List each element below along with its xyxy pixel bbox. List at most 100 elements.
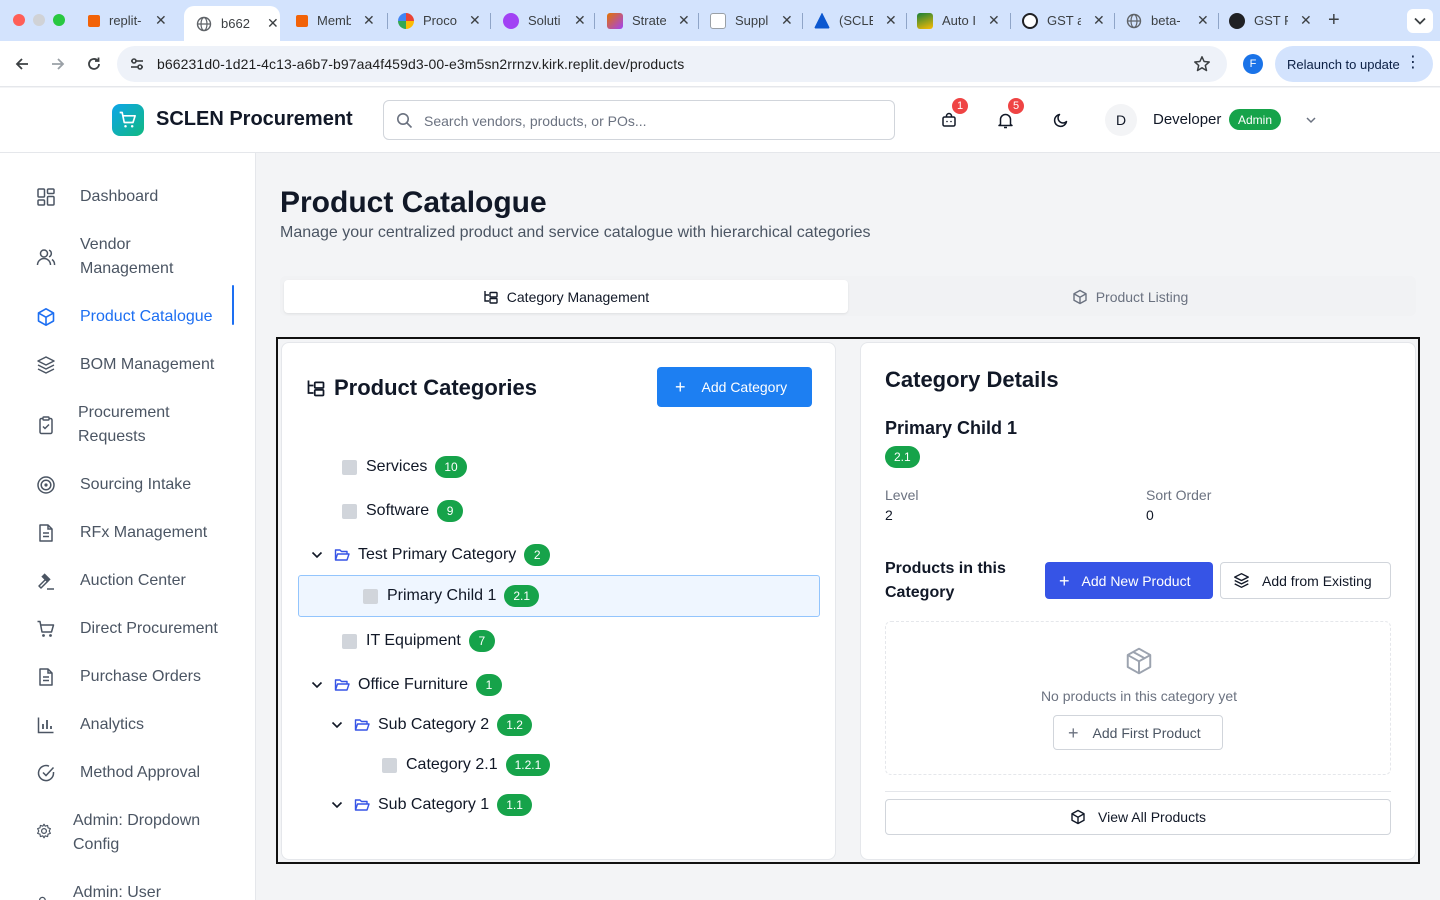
- sidebar-item-dashboard[interactable]: Dashboard: [24, 185, 232, 209]
- close-tab-icon[interactable]: ✕: [1093, 12, 1105, 29]
- relaunch-button[interactable]: Relaunch to update ⋮: [1275, 46, 1433, 82]
- tree-node-label: Sub Category 1: [378, 796, 490, 813]
- sidebar-item-analytics[interactable]: Analytics: [24, 713, 232, 737]
- address-bar[interactable]: b66231d0-1d21-4c13-a6b7-b97aa4f459d3-00-…: [117, 46, 1227, 82]
- close-tab-icon[interactable]: ✕: [1300, 12, 1312, 29]
- theme-toggle-button[interactable]: [1049, 108, 1073, 132]
- close-tab-icon[interactable]: ✕: [678, 12, 690, 29]
- close-tab-icon[interactable]: ✕: [267, 15, 279, 32]
- sidebar-item-admin-user[interactable]: Admin: User: [24, 881, 214, 900]
- tree-node-test-primary-category[interactable]: Test Primary Category 2: [310, 541, 551, 569]
- browser-tab[interactable]: Memb ✕: [296, 6, 375, 35]
- browser-tab[interactable]: GST a ✕: [1022, 6, 1105, 35]
- cart-header-button[interactable]: 1: [937, 96, 970, 132]
- browser-tab[interactable]: beta- ✕: [1126, 6, 1209, 35]
- add-from-existing-button[interactable]: Add from Existing: [1220, 562, 1391, 599]
- window-zoom-button[interactable]: [53, 14, 65, 26]
- sidebar-item-method-approval[interactable]: Method Approval: [24, 761, 232, 785]
- browser-tab[interactable]: replit- ✕: [88, 6, 167, 35]
- sidebar-item-sourcing-intake[interactable]: Sourcing Intake: [24, 473, 232, 497]
- tree-node-primary-child-1[interactable]: Primary Child 1 2.1: [363, 582, 540, 610]
- tree-node-label: Software: [366, 502, 430, 519]
- tab-category-management[interactable]: Category Management: [284, 280, 848, 313]
- user-avatar[interactable]: D: [1105, 104, 1137, 136]
- browser-tab[interactable]: Suppl ✕: [710, 6, 793, 35]
- box-icon: [1126, 647, 1152, 675]
- close-tab-icon[interactable]: ✕: [363, 12, 375, 29]
- forward-button[interactable]: [47, 53, 69, 75]
- add-category-button[interactable]: + Add Category: [657, 367, 812, 407]
- sidebar-item-bom-management[interactable]: BOM Management: [24, 353, 232, 377]
- browser-tab[interactable]: GST F✕: [1229, 6, 1312, 35]
- sidebar-item-admin-dropdown-config[interactable]: Admin: Dropdown Config: [24, 809, 214, 857]
- close-tab-icon[interactable]: ✕: [781, 12, 793, 29]
- tree-node-category-2-1[interactable]: Category 2.1 1.2.1: [382, 751, 551, 779]
- search-input[interactable]: [424, 110, 864, 132]
- tree-node-checkbox[interactable]: [342, 459, 357, 475]
- app-logo[interactable]: [112, 104, 144, 136]
- layers-icon: [37, 356, 55, 374]
- category-code-badge: 2: [524, 544, 551, 566]
- sidebar-item-purchase-orders[interactable]: Purchase Orders: [24, 665, 232, 689]
- browser-tab-active[interactable]: b662 ✕: [184, 6, 280, 41]
- sidebar-item-product-catalogue[interactable]: Product Catalogue: [24, 285, 234, 329]
- browser-tab[interactable]: Soluti ✕: [503, 6, 586, 35]
- reload-button[interactable]: [83, 53, 105, 75]
- url-text[interactable]: b66231d0-1d21-4c13-a6b7-b97aa4f459d3-00-…: [157, 56, 684, 72]
- new-tab-button[interactable]: +: [1328, 9, 1340, 32]
- bookmark-star-icon[interactable]: [1193, 55, 1211, 73]
- add-new-product-button[interactable]: + Add New Product: [1045, 562, 1213, 599]
- tree-node-checkbox[interactable]: [363, 588, 378, 604]
- browser-tab[interactable]: Auto I ✕: [917, 6, 1000, 35]
- sidebar-item-auction-center[interactable]: Auction Center: [24, 569, 232, 593]
- close-tab-icon[interactable]: ✕: [155, 12, 167, 29]
- browser-tab-strip: replit- ✕ b662 ✕ Memb ✕ Proco ✕ Soluti ✕ Stra…: [0, 0, 1440, 41]
- close-tab-icon[interactable]: ✕: [1197, 12, 1209, 29]
- sidebar-item-label: Auction Center: [80, 572, 186, 589]
- plus-icon: +: [1059, 570, 1070, 591]
- close-tab-icon[interactable]: ✕: [469, 12, 481, 29]
- add-first-product-button[interactable]: + Add First Product: [1053, 715, 1223, 750]
- reload-icon: [88, 57, 100, 70]
- close-tab-icon[interactable]: ✕: [885, 12, 897, 29]
- close-tab-icon[interactable]: ✕: [574, 12, 586, 29]
- tab-product-listing[interactable]: Product Listing: [848, 280, 1412, 313]
- chevron-down-icon[interactable]: [330, 798, 344, 812]
- browser-tab[interactable]: Strate ✕: [607, 6, 690, 35]
- notifications-button[interactable]: 5: [993, 96, 1026, 132]
- user-name[interactable]: Developer: [1153, 111, 1221, 128]
- global-search[interactable]: [383, 100, 895, 140]
- browser-tab[interactable]: Proco ✕: [398, 6, 481, 35]
- sidebar-item-rfx-management[interactable]: RFx Management: [24, 521, 232, 545]
- tree-node-sub-category-2[interactable]: Sub Category 2 1.2: [330, 711, 532, 739]
- users-icon: [39, 896, 46, 900]
- tree-node-services[interactable]: Services 10: [342, 453, 467, 481]
- tree-node-software[interactable]: Software 9: [342, 497, 464, 525]
- tab-search-button[interactable]: [1407, 9, 1433, 33]
- tree-node-sub-category-1[interactable]: Sub Category 1 1.1: [330, 791, 532, 819]
- tree-node-it-equipment[interactable]: IT Equipment 7: [342, 627, 495, 655]
- window-minimize-button[interactable]: [33, 14, 45, 26]
- site-settings-icon[interactable]: [129, 56, 145, 72]
- sidebar-item-direct-procurement[interactable]: Direct Procurement: [24, 617, 232, 641]
- chevron-down-icon[interactable]: [1304, 113, 1318, 127]
- sidebar-item-procurement-requests[interactable]: Procurement Requests: [24, 401, 184, 449]
- browser-tab[interactable]: (SCLE ✕: [814, 6, 897, 35]
- chevron-down-icon[interactable]: [310, 678, 324, 692]
- plus-icon: +: [1068, 722, 1079, 743]
- replit-favicon-icon: [88, 15, 100, 27]
- sidebar-item-label: Sourcing Intake: [80, 476, 192, 493]
- tree-node-checkbox[interactable]: [342, 633, 357, 649]
- close-tab-icon[interactable]: ✕: [988, 12, 1000, 29]
- chevron-down-icon[interactable]: [310, 548, 324, 562]
- sidebar-item-vendor-management[interactable]: Vendor Management: [24, 233, 184, 281]
- browser-profile-avatar[interactable]: F: [1243, 54, 1263, 74]
- view-all-products-button[interactable]: View All Products: [885, 799, 1391, 835]
- tree-node-checkbox[interactable]: [342, 503, 357, 519]
- chevron-down-icon[interactable]: [330, 718, 344, 732]
- empty-products-state: No products in this category yet + Add F…: [885, 621, 1391, 775]
- tree-node-checkbox[interactable]: [382, 757, 397, 773]
- window-close-button[interactable]: [13, 14, 25, 26]
- back-button[interactable]: [11, 53, 33, 75]
- tree-node-office-furniture[interactable]: Office Furniture 1: [310, 671, 502, 699]
